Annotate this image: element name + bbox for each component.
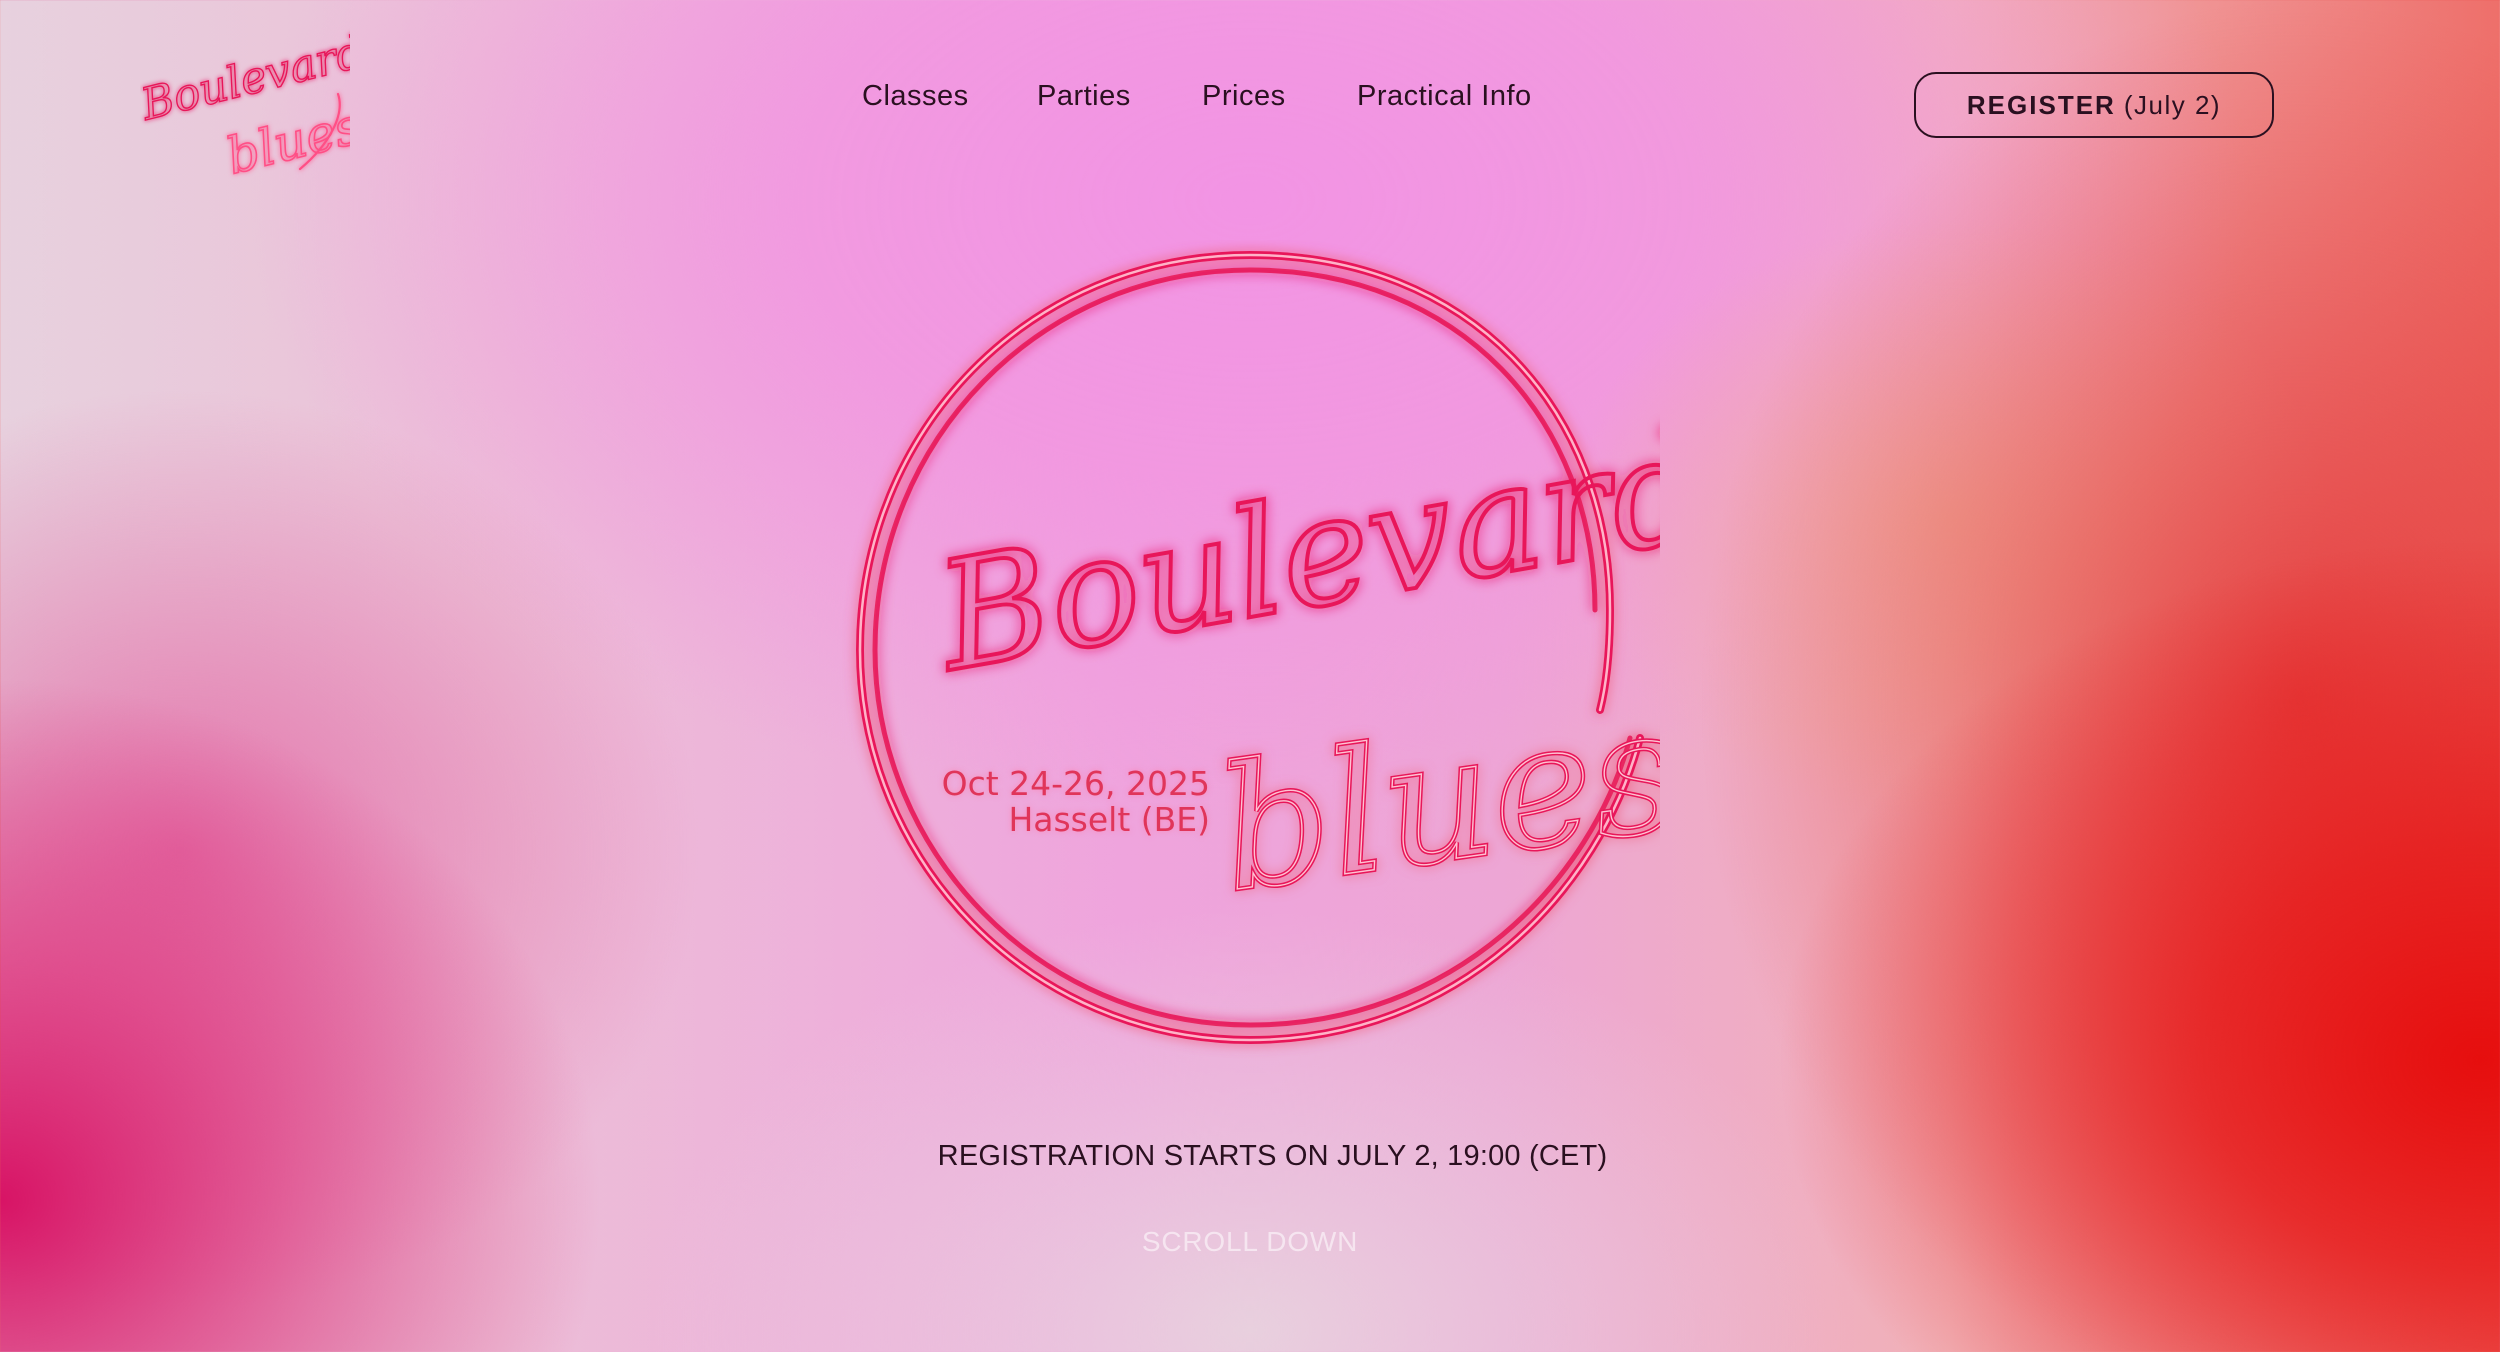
nav-classes[interactable]: Classes	[862, 80, 969, 113]
hero-logo: Boulevard blues blues	[855, 250, 1660, 1045]
nav-practical-info[interactable]: Practical Info	[1357, 80, 1532, 113]
brand-logo[interactable]: Boulevard blues	[140, 24, 350, 194]
registration-start-note: REGISTRATION STARTS ON JULY 2, 19:00 (CE…	[937, 1140, 1608, 1172]
event-location: Hasselt (BE)	[1008, 800, 1210, 839]
event-date: Oct 24-26, 2025	[941, 764, 1210, 803]
hero-word-blues-highlight: blues	[1208, 670, 1660, 930]
event-date-location: Oct 24-26, 2025 Hasselt (BE)	[900, 766, 1210, 838]
scroll-down-link[interactable]: SCROLL DOWN	[0, 1226, 2500, 1258]
logo-word-blues: blues	[221, 97, 350, 186]
nav-prices[interactable]: Prices	[1202, 80, 1286, 113]
register-button[interactable]: REGISTER (July 2)	[1914, 72, 2274, 138]
register-button-date: (July 2)	[2123, 89, 2222, 120]
register-button-label: REGISTER	[1966, 89, 2116, 120]
nav-parties[interactable]: Parties	[1037, 80, 1131, 113]
site-header: Boulevard blues Classes Parties Prices P…	[0, 0, 2500, 190]
hero-word-boulevard: Boulevard	[923, 399, 1660, 706]
